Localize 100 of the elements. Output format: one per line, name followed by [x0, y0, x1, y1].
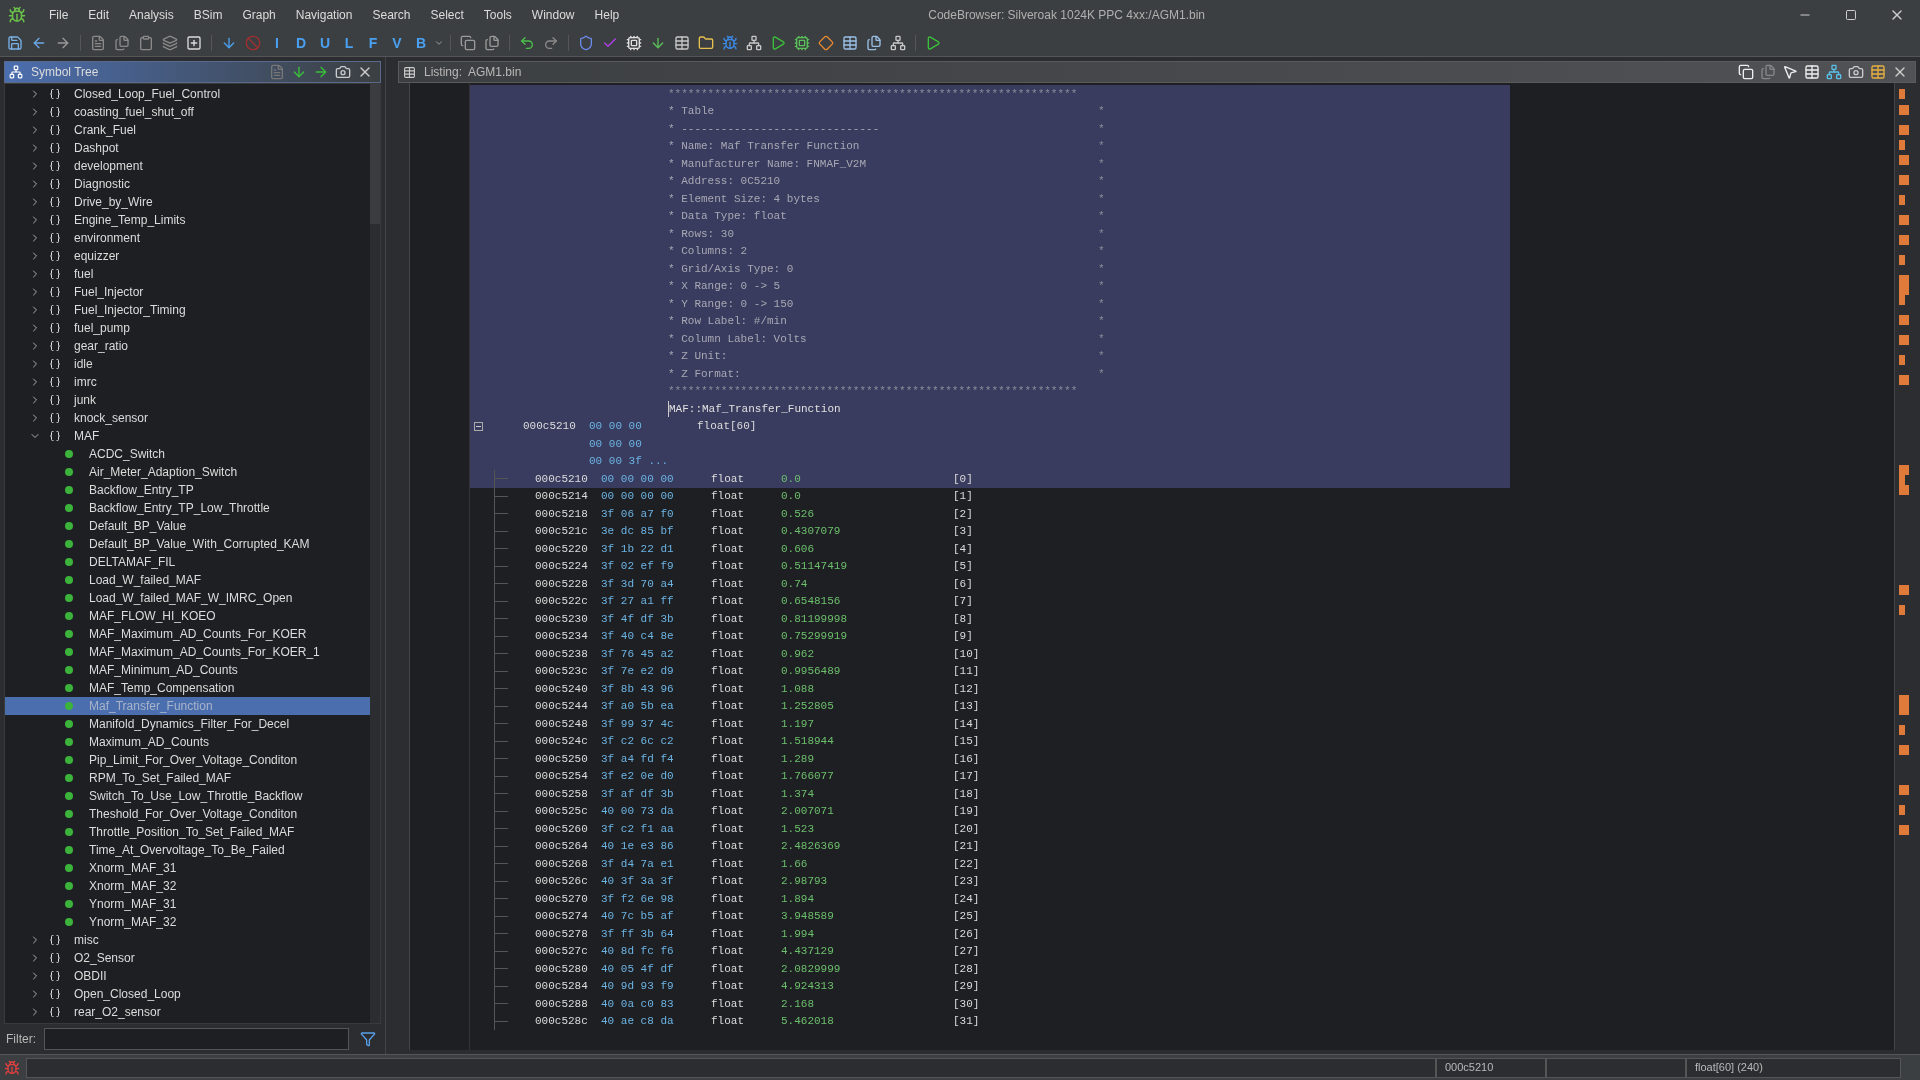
tree-item[interactable]: RPM_To_Set_Failed_MAF: [5, 769, 370, 787]
tree-item[interactable]: Throttle_Position_To_Set_Failed_MAF: [5, 823, 370, 841]
tree-item[interactable]: Load_W_failed_MAF_W_IMRC_Open: [5, 589, 370, 607]
menu-item[interactable]: BSim: [184, 6, 232, 24]
listing-row[interactable]: 000c5210 00 00 00 00 float 0.0 [0]: [470, 470, 1510, 488]
tree-item[interactable]: Diagnostic: [5, 175, 370, 193]
tree-item[interactable]: O2_Sensor: [5, 949, 370, 967]
tree-item[interactable]: fuel_pump: [5, 319, 370, 337]
listing-row[interactable]: 000c528c 40 ae c8 da float 5.462018 [31]: [470, 1012, 1510, 1030]
tree-item[interactable]: idle: [5, 355, 370, 373]
tree-item[interactable]: Air_Meter_Adaption_Switch: [5, 463, 370, 481]
listing-row[interactable]: 000c5234 3f 40 c4 8e float 0.75299919 [9]: [470, 627, 1510, 645]
tree-item[interactable]: equizzer: [5, 247, 370, 265]
listing-row[interactable]: 000c5264 40 1e e3 86 float 2.4826369 [21]: [470, 837, 1510, 855]
tree-item[interactable]: Backflow_Entry_TP: [5, 481, 370, 499]
menu-item[interactable]: Help: [585, 6, 629, 24]
listing-row[interactable]: 000c524c 3f c2 6c c2 float 1.518944 [15]: [470, 732, 1510, 750]
listing-row[interactable]: 000c5220 3f 1b 22 d1 float 0.606 [4]: [470, 540, 1510, 558]
tree-item[interactable]: Ynorm_MAF_31: [5, 895, 370, 913]
listing-row[interactable]: 000c5240 3f 8b 43 96 float 1.088 [12]: [470, 680, 1510, 698]
tree-item[interactable]: Backflow_Entry_TP_Low_Throttle: [5, 499, 370, 517]
tree-item[interactable]: Switch_To_Use_Low_Throttle_Backflow: [5, 787, 370, 805]
tree-item[interactable]: Engine_Temp_Limits: [5, 211, 370, 229]
tree-item[interactable]: DELTAMAF_FIL: [5, 553, 370, 571]
listing-row[interactable]: 000c521c 3e dc 85 bf float 0.4307079 [3]: [470, 522, 1510, 540]
tree-item[interactable]: knock_sensor: [5, 409, 370, 427]
listing-row[interactable]: 000c5250 3f a4 fd f4 float 1.289 [16]: [470, 750, 1510, 768]
tree-item[interactable]: misc: [5, 931, 370, 949]
listing-row[interactable]: 000c5284 40 9d 93 f9 float 4.924313 [29]: [470, 977, 1510, 995]
toolbar-letter-button[interactable]: U: [314, 32, 336, 54]
listing-row[interactable]: 000c5248 3f 99 37 4c float 1.197 [14]: [470, 715, 1510, 733]
listing-row[interactable]: 000c5274 40 7c b5 af float 3.948589 [25]: [470, 907, 1510, 925]
menu-item[interactable]: Search: [363, 6, 420, 24]
tree-item[interactable]: MAF: [5, 427, 370, 445]
listing-row[interactable]: 000c5280 40 05 4f df float 2.0829999 [28]: [470, 960, 1510, 978]
tree-item[interactable]: Time_At_Overvoltage_To_Be_Failed: [5, 841, 370, 859]
tree-item[interactable]: Xnorm_MAF_32: [5, 877, 370, 895]
tree-item[interactable]: Maximum_AD_Counts: [5, 733, 370, 751]
listing-row[interactable]: 000c5260 3f c2 f1 aa float 1.523 [20]: [470, 820, 1510, 838]
listing-row[interactable]: 000c5218 3f 06 a7 f0 float 0.526 [2]: [470, 505, 1510, 523]
toolbar-letter-button[interactable]: B: [410, 32, 432, 54]
listing-row[interactable]: 000c5288 40 0a c0 83 float 2.168 [30]: [470, 995, 1510, 1013]
tree-item[interactable]: Closed_Loop_Fuel_Control: [5, 85, 370, 103]
tree-item[interactable]: MAF_Maximum_AD_Counts_For_KOER_1: [5, 643, 370, 661]
tree-item[interactable]: ACDC_Switch: [5, 445, 370, 463]
toolbar-letter-button[interactable]: I: [266, 32, 288, 54]
listing-row[interactable]: 000c527c 40 8d fc f6 float 4.437129 [27]: [470, 942, 1510, 960]
tree-item[interactable]: Load_W_failed_MAF: [5, 571, 370, 589]
tree-item[interactable]: Default_BP_Value_With_Corrupted_KAM: [5, 535, 370, 553]
tree-item[interactable]: Default_BP_Value: [5, 517, 370, 535]
tree-item[interactable]: coasting_fuel_shut_off: [5, 103, 370, 121]
tree-item[interactable]: Drive_by_Wire: [5, 193, 370, 211]
tree-item[interactable]: MAF_Minimum_AD_Counts: [5, 661, 370, 679]
tree-item[interactable]: MAF_Maximum_AD_Counts_For_KOER: [5, 625, 370, 643]
menu-item[interactable]: Navigation: [286, 6, 362, 24]
tree-item[interactable]: Dashpot: [5, 139, 370, 157]
toolbar-letter-button[interactable]: D: [290, 32, 312, 54]
listing-row[interactable]: 000c5230 3f 4f df 3b float 0.81199998 [8]: [470, 610, 1510, 628]
listing-row[interactable]: 000c5268 3f d4 7a e1 float 1.66 [22]: [470, 855, 1510, 873]
listing-row[interactable]: 000c5224 3f 02 ef f9 float 0.51147419 [5]: [470, 557, 1510, 575]
menu-item[interactable]: Graph: [233, 6, 285, 24]
menu-item[interactable]: File: [40, 6, 78, 24]
tree-item[interactable]: fuel: [5, 265, 370, 283]
restore-icon[interactable]: [1845, 9, 1857, 21]
tree-item[interactable]: development: [5, 157, 370, 175]
listing-row[interactable]: 000c5270 3f f2 6e 98 float 1.894 [24]: [470, 890, 1510, 908]
listing-row[interactable]: 000c526c 40 3f 3a 3f float 2.98793 [23]: [470, 872, 1510, 890]
tree-item[interactable]: Fuel_Injector: [5, 283, 370, 301]
tree-item[interactable]: MAF_Temp_Compensation: [5, 679, 370, 697]
tree-item[interactable]: Manifold_Dynamics_Filter_For_Decel: [5, 715, 370, 733]
tree-item[interactable]: environment: [5, 229, 370, 247]
filter-field[interactable]: [44, 1028, 349, 1050]
menu-item[interactable]: Tools: [474, 6, 521, 24]
tree-item[interactable]: imrc: [5, 373, 370, 391]
tree-item[interactable]: Xnorm_MAF_31: [5, 859, 370, 877]
collapse-toggle[interactable]: [474, 421, 483, 431]
tree-item[interactable]: rear_O2_sensor: [5, 1003, 370, 1021]
tree-item[interactable]: Pip_Limit_For_Over_Voltage_Conditon: [5, 751, 370, 769]
tree-item[interactable]: Crank_Fuel: [5, 121, 370, 139]
listing-row[interactable]: 000c5214 00 00 00 00 float 0.0 [1]: [470, 487, 1510, 505]
tree-item[interactable]: MAF_FLOW_HI_KOEO: [5, 607, 370, 625]
tree-item[interactable]: Open_Closed_Loop: [5, 985, 370, 1003]
menu-item[interactable]: Analysis: [120, 6, 183, 24]
tree-item[interactable]: gear_ratio: [5, 337, 370, 355]
listing-row[interactable]: 000c5254 3f e2 0e d0 float 1.766077 [17]: [470, 767, 1510, 785]
menu-item[interactable]: Edit: [79, 6, 119, 24]
tree-item[interactable]: Ynorm_MAF_32: [5, 913, 370, 931]
listing-row[interactable]: 000c525c 40 00 73 da float 2.007071 [19]: [470, 802, 1510, 820]
tree-item[interactable]: OBDII: [5, 967, 370, 985]
listing-row[interactable]: 000c522c 3f 27 a1 ff float 0.6548156 [7]: [470, 592, 1510, 610]
scrollbar[interactable]: [370, 84, 380, 1023]
toolbar-letter-button[interactable]: V: [386, 32, 408, 54]
menu-item[interactable]: Window: [522, 6, 584, 24]
toolbar-letter-button[interactable]: L: [338, 32, 360, 54]
listing-row[interactable]: 000c5278 3f ff 3b 64 float 1.994 [26]: [470, 925, 1510, 943]
tree-item[interactable]: junk: [5, 391, 370, 409]
menu-item[interactable]: Select: [421, 6, 473, 24]
listing-row[interactable]: 000c5238 3f 76 45 a2 float 0.962 [10]: [470, 645, 1510, 663]
tree-item[interactable]: Theshold_For_Over_Voltage_Conditon: [5, 805, 370, 823]
tree-item[interactable]: Fuel_Injector_Timing: [5, 301, 370, 319]
